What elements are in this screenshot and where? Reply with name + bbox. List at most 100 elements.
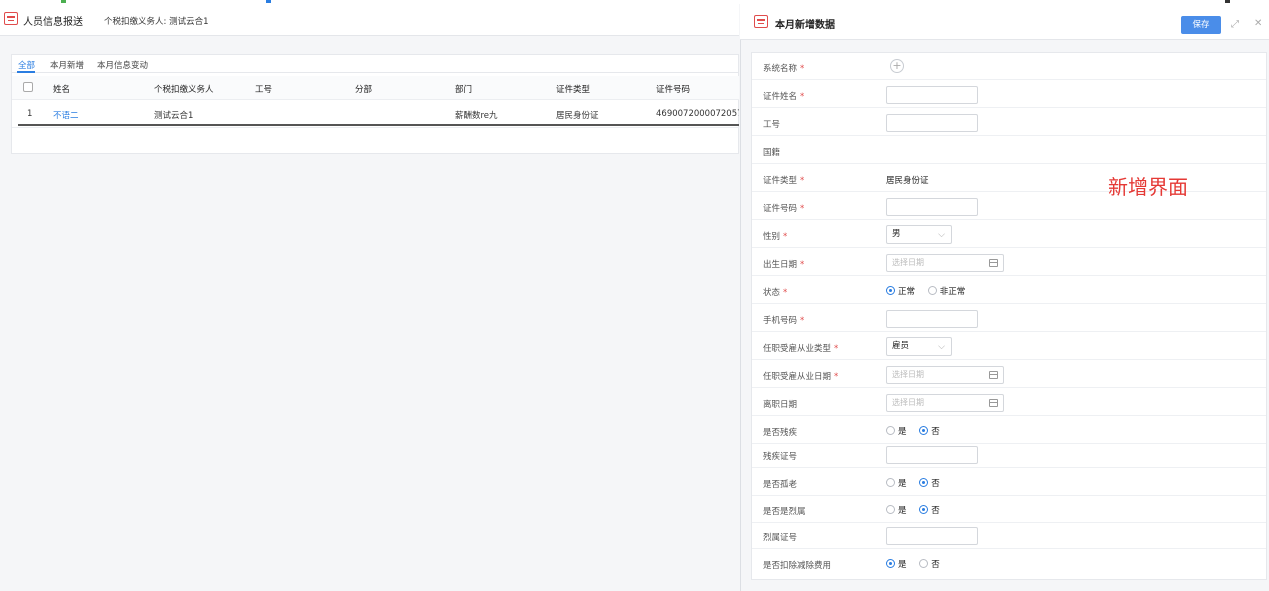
col-name[interactable]: 姓名 — [53, 83, 70, 95]
martyr-no-radio[interactable]: 否 — [919, 504, 940, 516]
label-status: 状态 * — [763, 288, 788, 298]
select-all-checkbox[interactable] — [23, 82, 33, 92]
field-employ-type: 任职受雇从业类型 * 雇员 ⌵ — [752, 333, 1266, 360]
field-gender: 性别 * 男 ⌵ — [752, 221, 1266, 248]
employ-type-select[interactable]: 雇员 ⌵ — [886, 337, 952, 356]
deduct-yes-radio[interactable]: 是 — [886, 558, 907, 570]
disabled-radio-group: 是 否 — [886, 425, 950, 437]
label-job-no: 工号 — [763, 120, 781, 130]
col-id-no[interactable]: 证件号码 — [656, 83, 690, 95]
row-id-type: 居民身份证 — [556, 111, 599, 121]
tab-new-this-month[interactable]: 本月新增 — [50, 59, 84, 71]
row-id-no: 469007200007205709 — [656, 109, 739, 119]
field-disabled-cert: 残疾证号 — [752, 441, 1266, 468]
strip-marker-icon — [61, 0, 66, 3]
row-divider — [18, 124, 739, 126]
page-title: 人员信息报送 — [23, 17, 83, 28]
field-martyr: 是否是烈属 是 否 — [752, 496, 1266, 523]
lonely-no-radio[interactable]: 否 — [919, 477, 940, 489]
tab-changes-this-month[interactable]: 本月信息变动 — [97, 59, 148, 71]
label-id-type: 证件类型 * — [763, 176, 805, 186]
lonely-radio-group: 是 否 — [886, 477, 950, 489]
table-header — [12, 76, 739, 100]
label-martyr: 是否是烈属 — [763, 507, 806, 517]
col-dept[interactable]: 部门 — [455, 83, 472, 95]
label-gender: 性别 * — [763, 232, 788, 242]
tab-active-underline — [17, 71, 35, 73]
label-disabled: 是否残疾 — [763, 428, 798, 438]
chevron-down-icon: ⌵ — [938, 230, 945, 240]
field-employ-date: 任职受雇从业日期 * 选择日期 — [752, 361, 1266, 388]
label-deduct: 是否扣除减除费用 — [763, 561, 832, 571]
label-id-no: 证件号码 * — [763, 204, 805, 214]
row-dept: 薪酬数re九 — [455, 111, 498, 121]
table-bottom-border — [12, 127, 739, 128]
calendar-icon — [989, 259, 998, 267]
field-job-no: 工号 — [752, 109, 1266, 136]
chevron-down-icon: ⌵ — [938, 342, 945, 352]
employ-date-picker[interactable]: 选择日期 — [886, 366, 1004, 384]
label-lonely: 是否孤老 — [763, 480, 798, 490]
strip-marker-icon — [1225, 0, 1230, 3]
field-deduct: 是否扣除减除费用 是 否 — [752, 550, 1266, 577]
col-job-no[interactable]: 工号 — [255, 83, 272, 95]
leave-date-picker[interactable]: 选择日期 — [886, 394, 1004, 412]
col-agent[interactable]: 个税扣缴义务人 — [154, 83, 214, 95]
withholding-agent: 个税扣缴义务人: 测试云合1 — [104, 17, 209, 27]
deduct-radio-group: 是 否 — [886, 558, 950, 570]
label-leave-date: 离职日期 — [763, 400, 798, 410]
col-id-type[interactable]: 证件类型 — [556, 83, 590, 95]
field-status: 状态 * 正常 非正常 — [752, 277, 1266, 304]
martyr-cert-input[interactable] — [886, 527, 978, 545]
field-id-name: 证件姓名 * — [752, 81, 1266, 108]
field-nationality: 国籍 — [752, 137, 1266, 164]
label-system-name: 系统名称 * — [763, 64, 805, 74]
field-phone: 手机号码 * — [752, 305, 1266, 332]
expand-icon[interactable]: ⤢ — [1231, 19, 1239, 30]
field-birth-date: 出生日期 * 选择日期 — [752, 249, 1266, 276]
job-no-input[interactable] — [886, 114, 978, 132]
label-phone: 手机号码 * — [763, 316, 805, 326]
label-employ-date: 任职受雇从业日期 * — [763, 372, 839, 382]
label-disabled-cert: 残疾证号 — [763, 452, 798, 462]
row-name-link[interactable]: 不语二 — [53, 109, 79, 121]
status-radio-group: 正常 非正常 — [886, 285, 975, 297]
birth-date-picker[interactable]: 选择日期 — [886, 254, 1004, 272]
field-martyr-cert: 烈属证号 — [752, 522, 1266, 549]
save-button[interactable]: 保存 — [1181, 16, 1221, 34]
lonely-yes-radio[interactable]: 是 — [886, 477, 907, 489]
martyr-yes-radio[interactable]: 是 — [886, 504, 907, 516]
close-icon[interactable]: ✕ — [1254, 18, 1262, 29]
label-nationality: 国籍 — [763, 148, 781, 158]
add-icon[interactable]: + — [890, 59, 904, 73]
status-abnormal-radio[interactable]: 非正常 — [927, 285, 965, 297]
disabled-no-radio[interactable]: 否 — [919, 425, 940, 437]
field-id-no: 证件号码 * — [752, 193, 1266, 220]
field-disabled: 是否残疾 是 否 — [752, 417, 1266, 444]
id-no-input[interactable] — [886, 198, 978, 216]
annotation-text: 新增界面 — [1108, 175, 1188, 199]
field-lonely: 是否孤老 是 否 — [752, 469, 1266, 496]
phone-input[interactable] — [886, 310, 978, 328]
id-name-input[interactable] — [886, 86, 978, 104]
deduct-no-radio[interactable]: 否 — [919, 558, 940, 570]
calendar-card-icon — [754, 15, 768, 28]
disabled-cert-input[interactable] — [886, 446, 978, 464]
tab-divider — [12, 72, 739, 73]
martyr-radio-group: 是 否 — [886, 504, 950, 516]
id-type-value: 居民身份证 — [886, 176, 929, 186]
status-normal-radio[interactable]: 正常 — [886, 285, 915, 297]
row-agent: 测试云合1 — [154, 111, 194, 121]
disabled-yes-radio[interactable]: 是 — [886, 425, 907, 437]
tab-all[interactable]: 全部 — [18, 59, 35, 71]
left-header: 人员信息报送 个税扣缴义务人: 测试云合1 — [0, 4, 739, 36]
col-branch[interactable]: 分部 — [355, 83, 372, 95]
row-index: 1 — [27, 109, 33, 119]
label-martyr-cert: 烈属证号 — [763, 533, 798, 543]
label-birth-date: 出生日期 * — [763, 260, 805, 270]
calendar-icon — [989, 399, 998, 407]
gender-select[interactable]: 男 ⌵ — [886, 225, 952, 244]
field-system-name: 系统名称 * + — [752, 53, 1266, 80]
calendar-icon — [989, 371, 998, 379]
strip-marker-icon — [266, 0, 271, 3]
